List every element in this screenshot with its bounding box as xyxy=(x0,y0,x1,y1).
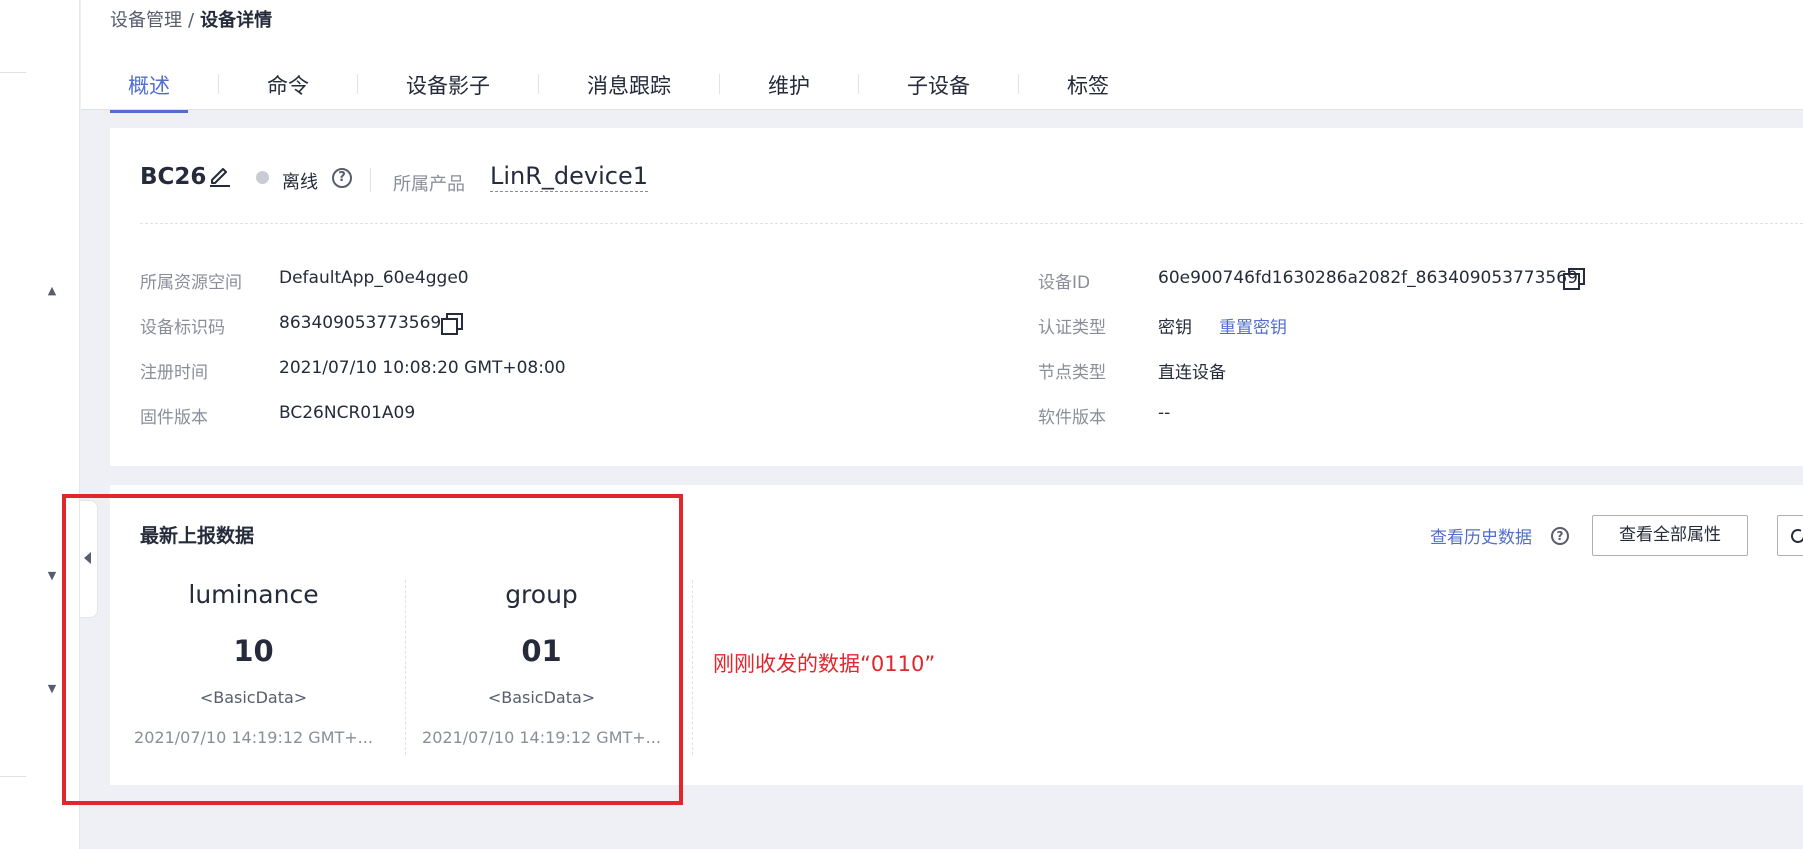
annotation-note: 刚刚收发的数据“0110” xyxy=(713,652,936,676)
property-divider xyxy=(692,580,693,755)
tab-overview[interactable]: 概述 xyxy=(110,68,188,113)
caret-down-icon[interactable]: ▼ xyxy=(46,570,58,581)
node-id-label: 设备标识码 xyxy=(140,318,225,338)
product-label: 所属产品 xyxy=(393,174,465,195)
firmware-value: BC26NCR01A09 xyxy=(279,403,416,423)
tab-divider xyxy=(719,74,720,94)
firmware-label: 固件版本 xyxy=(140,408,208,428)
refresh-icon xyxy=(1791,529,1803,543)
refresh-button[interactable] xyxy=(1777,515,1803,556)
tab-commands[interactable]: 命令 xyxy=(249,68,327,112)
status-dot xyxy=(256,171,269,184)
help-icon[interactable]: ? xyxy=(332,168,352,188)
caret-up-icon[interactable]: ▲ xyxy=(46,285,58,296)
device-status: 离线 xyxy=(282,172,318,193)
register-time-label: 注册时间 xyxy=(140,363,208,383)
device-id-value: 60e900746fd1630286a2082f_863409053773569 xyxy=(1158,268,1578,288)
edit-icon[interactable] xyxy=(207,162,233,188)
tab-divider xyxy=(1018,74,1019,94)
device-info-card: BC26 离线 ? 所属产品 LinR_device1 所属资源空间 Defau… xyxy=(110,128,1803,466)
node-type-value: 直连设备 xyxy=(1158,363,1226,383)
device-id-label: 设备ID xyxy=(1038,273,1091,293)
tab-sub-devices[interactable]: 子设备 xyxy=(889,68,988,112)
device-name: BC26 xyxy=(140,164,207,190)
node-id-value: 863409053773569 xyxy=(279,313,442,333)
view-history-link[interactable]: 查看历史数据 xyxy=(1430,523,1532,548)
tab-maintenance[interactable]: 维护 xyxy=(750,68,828,112)
auth-type-value: 密钥 xyxy=(1158,318,1192,338)
breadcrumb-current: 设备详情 xyxy=(200,10,273,31)
tab-divider xyxy=(357,74,358,94)
view-all-properties-button[interactable]: 查看全部属性 xyxy=(1592,515,1748,556)
tab-bar: 概述 命令 设备影子 消息跟踪 维护 子设备 标签 xyxy=(110,68,1127,113)
copy-icon[interactable] xyxy=(440,312,464,336)
product-link[interactable]: LinR_device1 xyxy=(490,162,649,192)
section-divider xyxy=(140,223,1803,224)
tab-divider xyxy=(538,74,539,94)
sidebar-divider xyxy=(0,776,26,777)
node-type-label: 节点类型 xyxy=(1038,363,1106,383)
resource-space-label: 所属资源空间 xyxy=(140,273,242,293)
page-header: 设备管理 / 设备详情 概述 命令 设备影子 消息跟踪 维护 子设备 标签 xyxy=(81,0,1803,113)
breadcrumb-separator: / xyxy=(188,10,195,31)
tab-tags[interactable]: 标签 xyxy=(1049,68,1127,112)
help-icon[interactable]: ? xyxy=(1551,527,1569,545)
resource-space-value: DefaultApp_60e4gge0 xyxy=(279,268,469,288)
caret-down-icon[interactable]: ▼ xyxy=(46,683,58,694)
tab-device-shadow[interactable]: 设备影子 xyxy=(388,68,508,112)
header-divider xyxy=(370,168,371,192)
annotation-highlight-box xyxy=(62,494,683,805)
tab-message-trace[interactable]: 消息跟踪 xyxy=(569,68,689,112)
tab-divider xyxy=(218,74,219,94)
breadcrumb: 设备管理 / 设备详情 xyxy=(110,6,272,32)
sidebar-divider xyxy=(0,72,26,73)
software-version-value: -- xyxy=(1158,403,1171,423)
auth-type-label: 认证类型 xyxy=(1038,318,1106,338)
breadcrumb-parent[interactable]: 设备管理 xyxy=(110,10,182,31)
reset-secret-link[interactable]: 重置密钥 xyxy=(1219,313,1287,338)
software-version-label: 软件版本 xyxy=(1038,408,1106,428)
tab-divider xyxy=(858,74,859,94)
copy-icon[interactable] xyxy=(1562,267,1586,291)
register-time-value: 2021/07/10 10:08:20 GMT+08:00 xyxy=(279,358,566,378)
